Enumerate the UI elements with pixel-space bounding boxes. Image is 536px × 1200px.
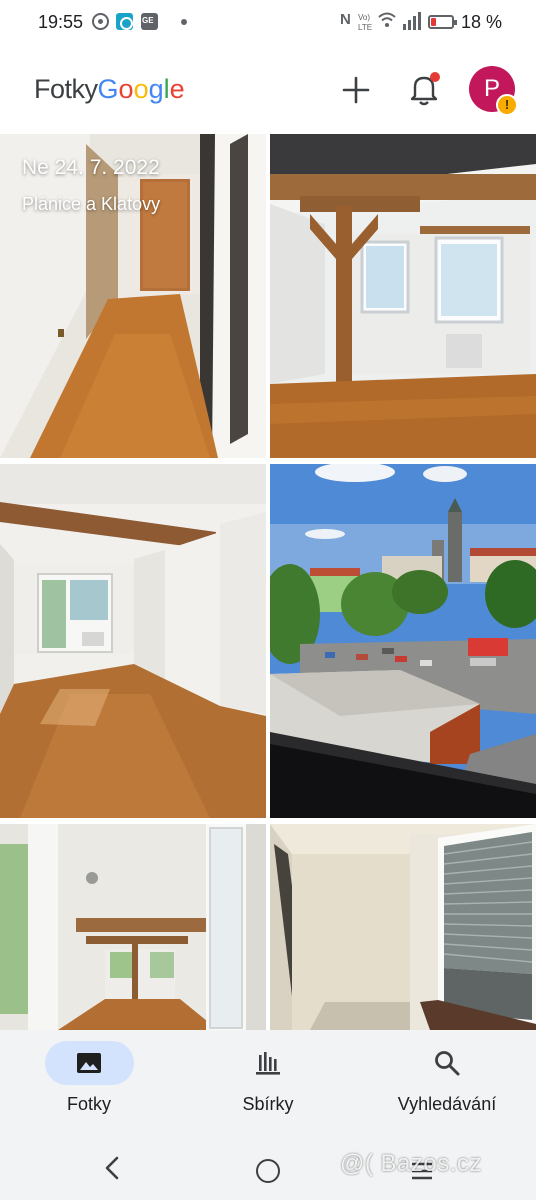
photo-hallway[interactable]: Ne 24. 7. 2022 Plánice a Klatovy (0, 134, 266, 458)
logo-letter: o (118, 74, 134, 104)
photo-room-doorway[interactable] (0, 824, 266, 1030)
photo-attic-room[interactable] (270, 134, 536, 458)
app-icon (116, 13, 133, 30)
nfc-icon: N (340, 11, 351, 28)
volte-icon: Vo) LTE (358, 13, 373, 32)
notification-badge (430, 72, 440, 82)
status-time: 19:55 (38, 12, 84, 32)
wifi-icon (378, 12, 396, 27)
tab-search[interactable]: Vyhledávání (358, 1030, 536, 1130)
system-navigation-bar: @( Bazos.cz (0, 1130, 536, 1200)
chrome-icon (92, 13, 109, 30)
tab-collections[interactable]: Sbírky (179, 1030, 357, 1130)
search-icon (435, 1051, 460, 1076)
google-photos-logo: FotkyGoogle (34, 74, 185, 105)
watermark: @( Bazos.cz (340, 1150, 482, 1177)
battery-icon (428, 15, 457, 29)
app-header: FotkyGoogle P ! (0, 46, 536, 134)
collections-icon (256, 1052, 280, 1075)
add-button[interactable] (339, 73, 373, 107)
tab-photos-label: Fotky (66, 1094, 111, 1114)
logo-google: Google (98, 74, 185, 104)
logo-letter: G (97, 74, 119, 104)
logo-letter: o (133, 74, 149, 104)
ge-icon (141, 13, 158, 30)
date-heading: Ne 24. 7. 2022 (22, 156, 160, 179)
status-bar: 19:55 N Vo)LTE 18 % (0, 0, 536, 46)
photo-balcony-view[interactable] (270, 464, 536, 818)
photo-balcony-door[interactable] (270, 824, 536, 1030)
photo-icon (77, 1053, 101, 1073)
tab-collections-label: Sbírky (242, 1094, 294, 1114)
logo-letter: g (148, 74, 164, 104)
more-notifications-icon (181, 19, 187, 25)
bottom-navigation: Fotky Sbírky Vyhledávání (0, 1030, 536, 1130)
account-warning-badge: ! (496, 94, 518, 116)
tab-photos[interactable]: Fotky (0, 1030, 178, 1130)
photo-grid[interactable]: Ne 24. 7. 2022 Plánice a Klatovy (0, 134, 536, 1030)
back-icon[interactable] (102, 1156, 122, 1180)
photo-living-room[interactable] (0, 464, 266, 818)
location-label[interactable]: Plánice a Klatovy (22, 194, 160, 215)
home-icon[interactable] (256, 1159, 280, 1183)
logo-fotky: Fotky (34, 74, 98, 104)
signal-icon (403, 12, 421, 30)
logo-letter: e (169, 74, 185, 104)
tab-search-label: Vyhledávání (397, 1094, 497, 1114)
battery-percent: 18 % (461, 12, 503, 32)
